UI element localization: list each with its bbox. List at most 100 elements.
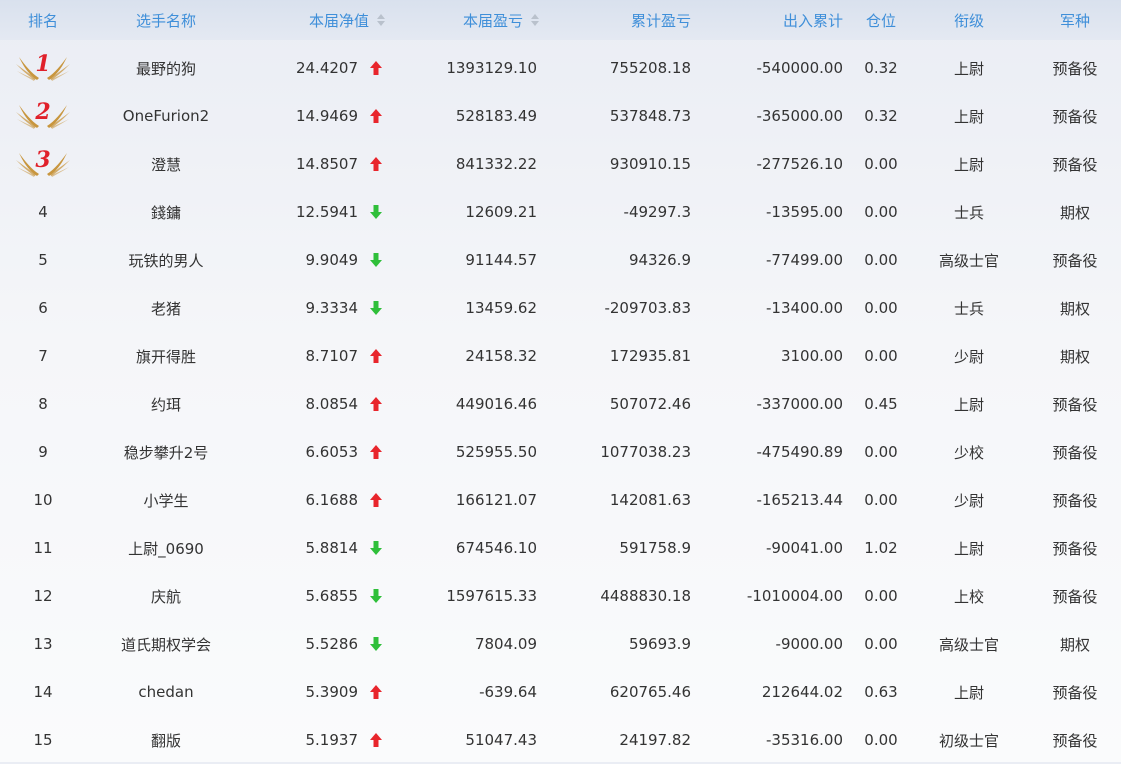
nav-value: 14.9469: [295, 107, 358, 125]
position: 0.32: [864, 107, 898, 125]
arrow-up-icon: [362, 428, 390, 476]
nav-value: 12.5941: [295, 203, 358, 221]
player-name[interactable]: 稳步攀升2号: [86, 428, 246, 476]
arrow-up-icon: [362, 476, 390, 524]
arm: 预备役: [1052, 587, 1098, 606]
arrow-down-icon: [362, 188, 390, 236]
cumulative-pnl: 507072.46: [609, 395, 691, 413]
arm: 预备役: [1052, 107, 1098, 126]
rank-medal: 3: [0, 140, 86, 188]
rank-number: 3: [35, 147, 51, 173]
position: 0.00: [864, 347, 898, 365]
rank-number: 7: [38, 347, 48, 365]
nav-value: 5.1937: [305, 731, 359, 749]
arrow-up-icon: [362, 668, 390, 716]
player-name[interactable]: 约珥: [86, 380, 246, 428]
arrow-down-icon: [362, 572, 390, 620]
table-row: 1 最野的狗 24.4207 1393129.10 755208.18 -540000.0…: [0, 44, 1121, 92]
period-pnl: 525955.50: [455, 443, 537, 461]
sort-icon[interactable]: [377, 13, 386, 27]
position: 0.00: [864, 299, 898, 317]
player-name[interactable]: 最野的狗: [86, 44, 246, 92]
period-pnl: 841332.22: [455, 155, 537, 173]
player-name[interactable]: 道氏期权学会: [86, 620, 246, 668]
nav-value: 9.3334: [305, 299, 359, 317]
arrow-down-icon: [362, 236, 390, 284]
arrow-up-icon: [362, 380, 390, 428]
table-row: 11 上尉_0690 5.8814 674546.10 591758.9 -90041.0…: [0, 524, 1121, 572]
player-name[interactable]: 旗开得胜: [86, 332, 246, 380]
rank-number: 9: [38, 443, 48, 461]
rank-number: 10: [33, 491, 53, 509]
player-name[interactable]: 上尉_0690: [86, 524, 246, 572]
rank-number: 2: [35, 99, 51, 125]
header-cum-pnl: 累计盈亏: [630, 11, 691, 30]
arrow-up-icon: [362, 44, 390, 92]
grade: 上尉: [953, 539, 984, 558]
table-row: 3 澄慧 14.8507 841332.22 930910.15 -277526.10 0.…: [0, 140, 1121, 188]
period-pnl: 1393129.10: [446, 59, 537, 77]
player-name[interactable]: 老猪: [86, 284, 246, 332]
period-pnl: 51047.43: [465, 731, 537, 749]
grade: 士兵: [953, 299, 984, 318]
table-row: 4 錢鏞 12.5941 12609.21 -49297.3 -13595.00 0.00 士…: [0, 188, 1121, 236]
player-name[interactable]: 庆航: [86, 572, 246, 620]
cash-flow: -165213.44: [756, 491, 843, 509]
arm: 预备役: [1052, 683, 1098, 702]
cash-flow: -13595.00: [766, 203, 843, 221]
cumulative-pnl: 94326.9: [628, 251, 691, 269]
grade: 上尉: [953, 683, 984, 702]
table-row: 2 OneFurion2 14.9469 528183.49 537848.73 -365…: [0, 92, 1121, 140]
player-name[interactable]: chedan: [86, 668, 246, 716]
period-pnl: 12609.21: [465, 203, 537, 221]
grade: 上校: [953, 587, 984, 606]
grade: 少尉: [953, 347, 984, 366]
cumulative-pnl: 142081.63: [609, 491, 691, 509]
player-name[interactable]: 翻版: [86, 716, 246, 764]
grade: 上尉: [953, 395, 984, 414]
cash-flow: -540000.00: [756, 59, 843, 77]
header-cash-flow: 出入累计: [782, 11, 843, 30]
position: 0.45: [864, 395, 898, 413]
position: 1.02: [864, 539, 898, 557]
arm: 预备役: [1052, 731, 1098, 750]
period-pnl: -639.64: [479, 683, 537, 701]
player-name[interactable]: OneFurion2: [86, 92, 246, 140]
arm: 期权: [1059, 203, 1090, 222]
arm: 期权: [1059, 299, 1090, 318]
rank-number: 11: [33, 539, 53, 557]
period-pnl: 24158.32: [465, 347, 537, 365]
player-name[interactable]: 玩铁的男人: [86, 236, 246, 284]
cash-flow: -77499.00: [766, 251, 843, 269]
cash-flow: 3100.00: [780, 347, 843, 365]
cumulative-pnl: 537848.73: [609, 107, 691, 125]
player-name[interactable]: 小学生: [86, 476, 246, 524]
nav-value: 9.9049: [305, 251, 359, 269]
header-nav-label: 本届净值: [308, 11, 369, 30]
player-name[interactable]: 錢鏞: [86, 188, 246, 236]
table-row: 10 小学生 6.1688 166121.07 142081.63 -165213.44 0…: [0, 476, 1121, 524]
cumulative-pnl: 755208.18: [609, 59, 691, 77]
rank-number: 12: [33, 587, 53, 605]
header-pnl-label: 本届盈亏: [462, 11, 523, 30]
nav-value: 6.6053: [305, 443, 359, 461]
position: 0.00: [864, 587, 898, 605]
player-name[interactable]: 澄慧: [86, 140, 246, 188]
header-pnl-sortable[interactable]: 本届盈亏: [390, 0, 540, 40]
cumulative-pnl: 172935.81: [609, 347, 691, 365]
rank-number: 13: [33, 635, 53, 653]
nav-value: 8.0854: [305, 395, 359, 413]
header-rank: 排名: [27, 11, 58, 30]
position: 0.63: [864, 683, 898, 701]
rank-number: 14: [33, 683, 53, 701]
table-row: 9 稳步攀升2号 6.6053 525955.50 1077038.23 -475490.…: [0, 428, 1121, 476]
period-pnl: 166121.07: [455, 491, 537, 509]
header-nav-sortable[interactable]: 本届净值: [246, 0, 386, 40]
table-row: 15 翻版 5.1937 51047.43 24197.82 -35316.00 0.00 初…: [0, 716, 1121, 764]
grade: 士兵: [953, 203, 984, 222]
arm: 预备役: [1052, 251, 1098, 270]
nav-value: 6.1688: [305, 491, 359, 509]
rank-number: 8: [38, 395, 48, 413]
rank-number: 1: [35, 51, 51, 77]
position: 0.00: [864, 491, 898, 509]
